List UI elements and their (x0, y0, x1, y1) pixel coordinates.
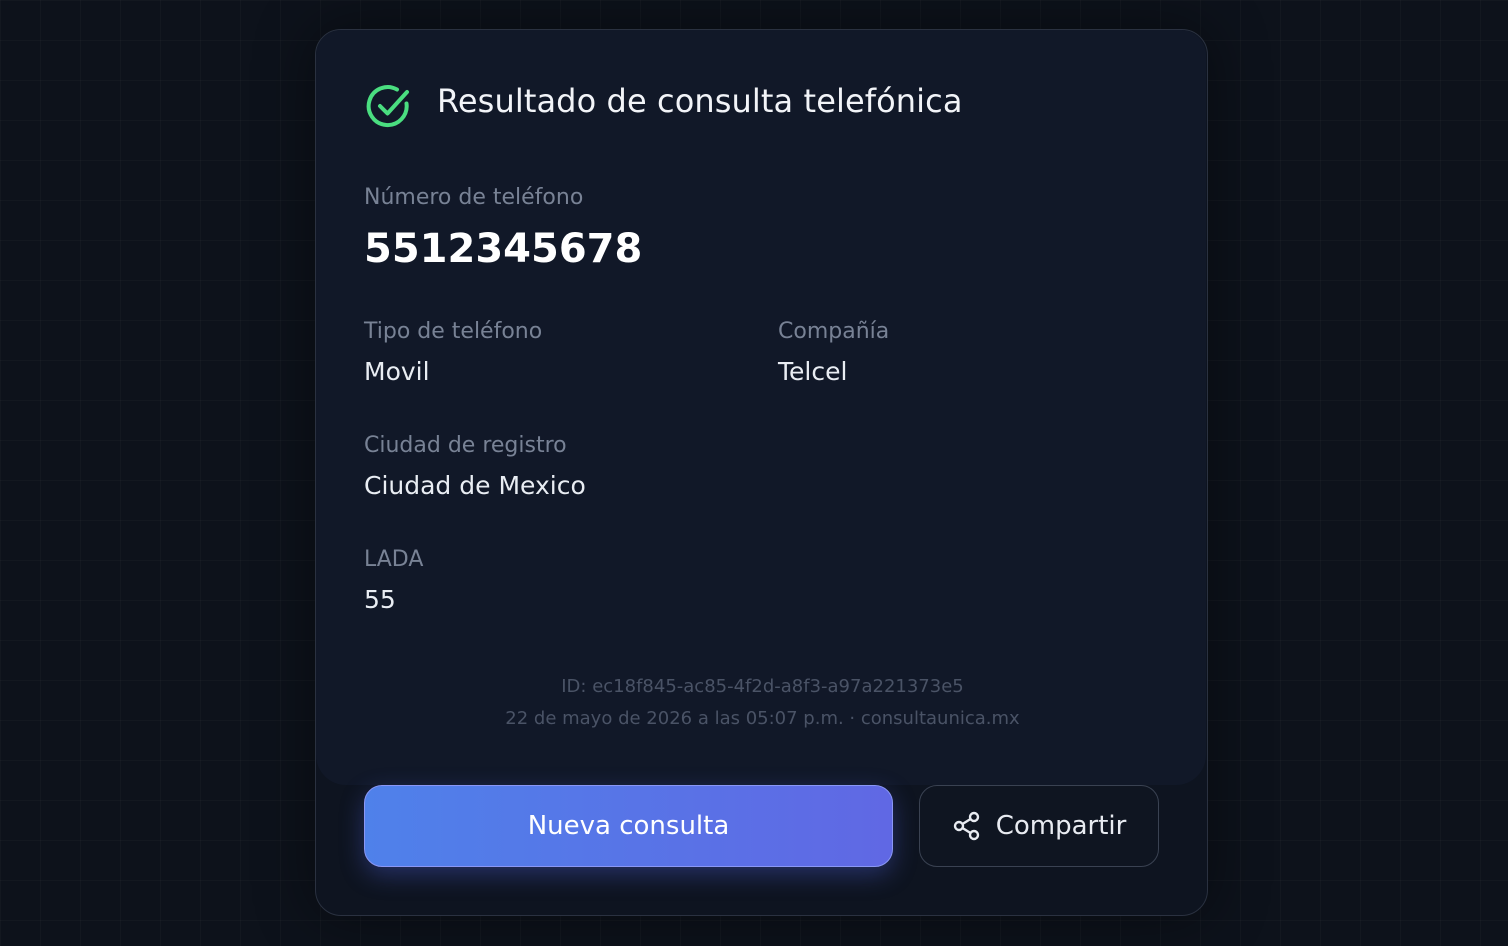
company-label: Compañía (778, 319, 890, 344)
city-value: Ciudad de Mexico (364, 471, 586, 500)
share-icon (952, 811, 982, 841)
lada-label: LADA (364, 547, 424, 572)
lada-value: 55 (364, 585, 396, 614)
result-card: Resultado de consulta telefónica Número … (316, 30, 1206, 785)
company-value: Telcel (778, 357, 848, 386)
phone-type-value: Movil (364, 357, 430, 386)
result-dialog: Resultado de consulta telefónica Número … (315, 29, 1208, 916)
check-circle-icon (366, 84, 412, 130)
share-label: Compartir (995, 811, 1127, 841)
phone-type-label: Tipo de teléfono (364, 319, 543, 344)
query-id: ID: ec18f845-ac85-4f2d-a8f3-a97a221373e5 (561, 676, 964, 697)
city-label: Ciudad de registro (364, 433, 567, 458)
new-query-label: Nueva consulta (527, 811, 730, 841)
page-title: Resultado de consulta telefónica (437, 82, 963, 120)
phone-number-value: 5512345678 (364, 226, 643, 272)
query-timestamp: 22 de mayo de 2026 a las 05:07 p.m. · co… (505, 708, 1020, 729)
phone-number-label: Número de teléfono (364, 185, 584, 210)
new-query-button[interactable]: Nueva consulta (364, 785, 893, 867)
share-button[interactable]: Compartir (919, 785, 1159, 867)
